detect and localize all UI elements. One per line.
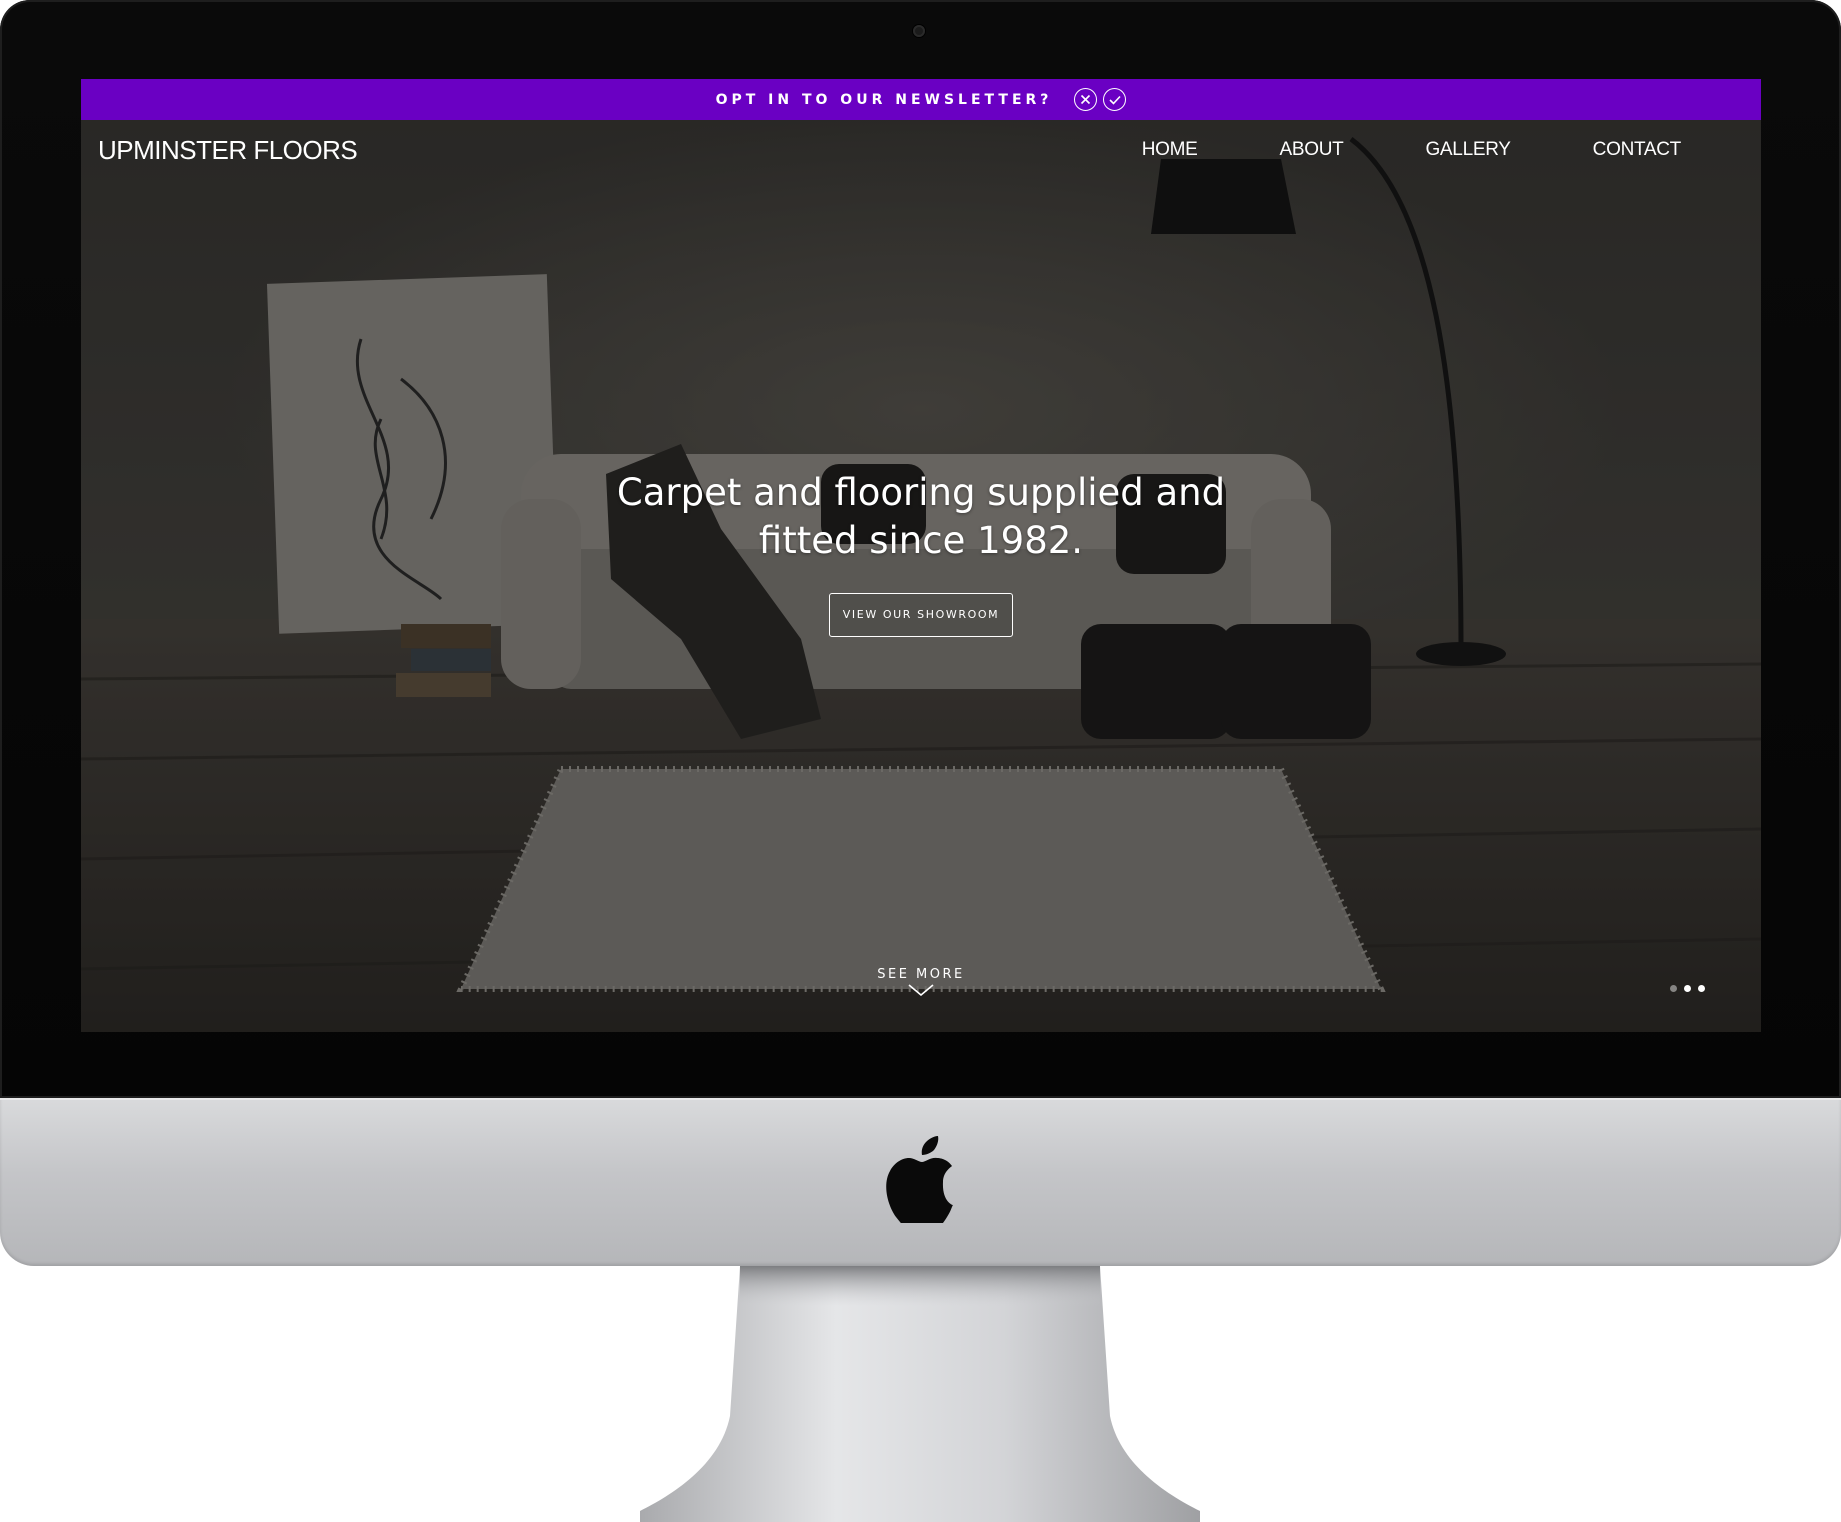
site-logo[interactable]: UPMINSTER FLOORS <box>98 135 358 166</box>
see-more-link[interactable]: SEE MORE <box>81 967 1761 996</box>
nav-gallery[interactable]: GALLERY <box>1425 139 1511 161</box>
nav-home[interactable]: HOME <box>1142 139 1198 161</box>
slider-dots <box>1670 985 1705 992</box>
slider-dot-2[interactable] <box>1684 985 1691 992</box>
slider-dot-3[interactable] <box>1698 985 1705 992</box>
view-showroom-button[interactable]: VIEW OUR SHOWROOM <box>829 593 1013 637</box>
site-header: UPMINSTER FLOORS HOME ABOUT GALLERY CONT… <box>81 120 1761 190</box>
imac-device: OPT IN TO OUR NEWSLETTER? UPMINSTER FLOO… <box>0 0 1841 1522</box>
newsletter-actions <box>1074 88 1127 111</box>
newsletter-bar: OPT IN TO OUR NEWSLETTER? <box>81 79 1761 120</box>
main-nav: HOME ABOUT GALLERY CONTACT <box>1142 139 1682 161</box>
nav-contact[interactable]: CONTACT <box>1593 139 1682 161</box>
newsletter-prompt: OPT IN TO OUR NEWSLETTER? <box>715 91 1053 108</box>
hero-title: Carpet and flooring supplied and fitted … <box>616 471 1226 562</box>
chevron-down-icon <box>908 984 934 996</box>
nav-about[interactable]: ABOUT <box>1280 139 1344 161</box>
imac-stand <box>640 1266 1200 1522</box>
imac-chin <box>0 1098 1841 1266</box>
slider-dot-1[interactable] <box>1670 985 1677 992</box>
website-screen: OPT IN TO OUR NEWSLETTER? UPMINSTER FLOO… <box>81 79 1761 1032</box>
hero-content: Carpet and flooring supplied and fitted … <box>81 469 1761 637</box>
apple-logo-icon <box>886 1136 953 1223</box>
close-circle-icon[interactable] <box>1074 88 1098 111</box>
check-circle-icon[interactable] <box>1103 88 1127 111</box>
camera-icon <box>913 25 925 37</box>
see-more-label: SEE MORE <box>877 967 965 982</box>
